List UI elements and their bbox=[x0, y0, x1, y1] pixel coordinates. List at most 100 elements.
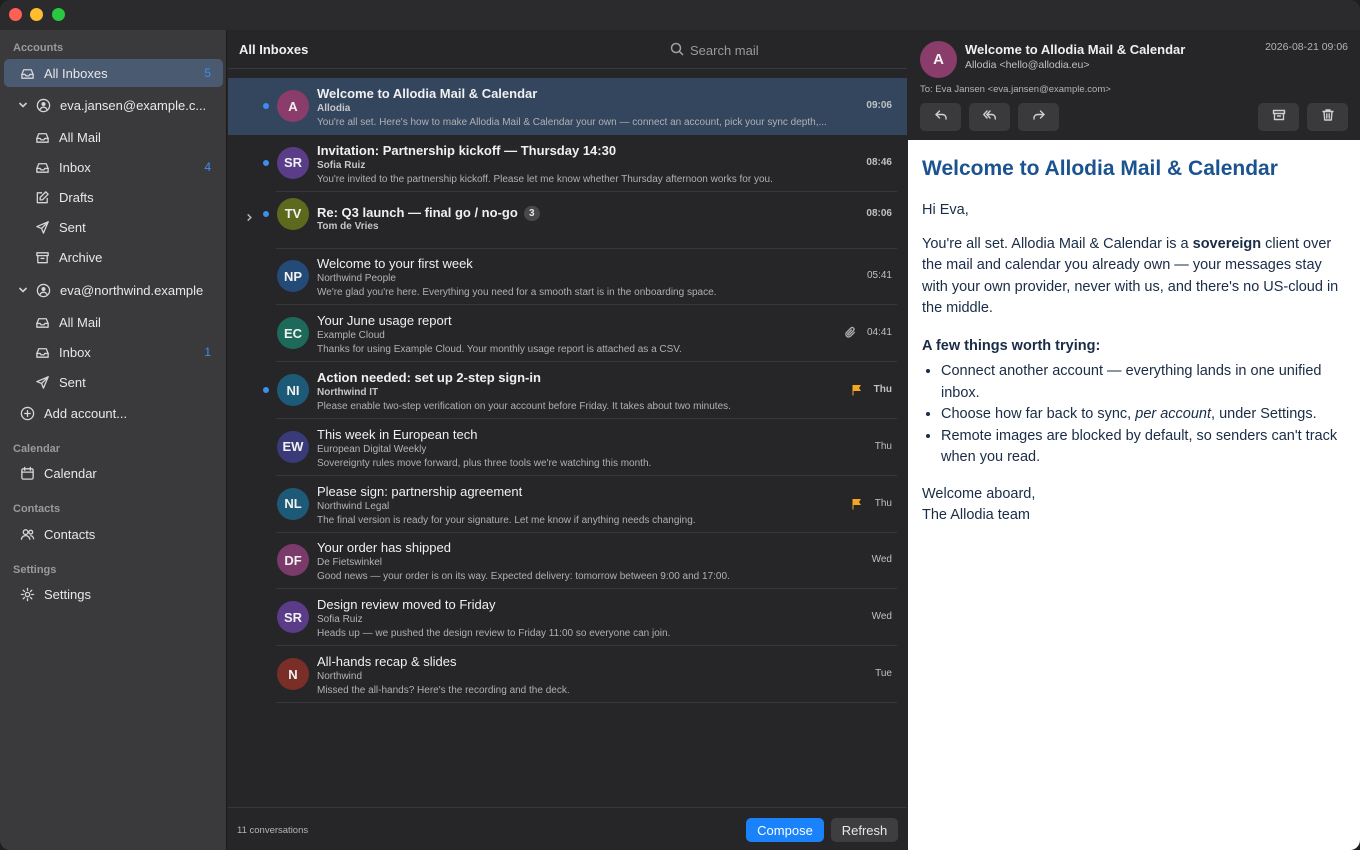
message-row[interactable]: NP Welcome to your first week Northwind Pe… bbox=[228, 248, 907, 306]
avatar: SR bbox=[277, 146, 309, 179]
sidebar-item-all-inboxes[interactable]: All Inboxes 5 bbox=[4, 59, 223, 87]
person-circle-icon bbox=[35, 97, 51, 113]
message-row[interactable]: DF Your order has shipped De Fietswinkel Go… bbox=[228, 532, 907, 590]
tips-heading: A few things worth trying: bbox=[922, 337, 1101, 354]
message-row[interactable]: A Welcome to Allodia Mail & Calendar Allod… bbox=[228, 78, 907, 135]
reply-button[interactable] bbox=[920, 103, 961, 131]
message-row[interactable]: SR Invitation: Partnership kickoff — Thur… bbox=[228, 135, 907, 192]
avatar: NI bbox=[277, 374, 309, 406]
sidebar: Accounts All Inboxes 5 eva.jansen@exampl… bbox=[0, 30, 227, 850]
people-icon bbox=[19, 526, 35, 542]
account-eva-northwind[interactable]: eva@northwind.example bbox=[4, 276, 223, 304]
list-title: All Inboxes bbox=[239, 42, 309, 57]
sidebar-item-all-mail-1[interactable]: All Mail bbox=[4, 123, 223, 151]
body-text: , under Settings. bbox=[1211, 406, 1317, 422]
paperclip-icon bbox=[844, 326, 858, 340]
tips-list: Connect another account — everything lan… bbox=[941, 361, 1350, 469]
message-row[interactable]: NI Action needed: set up 2-step sign-in No… bbox=[228, 362, 907, 419]
chevron-down-icon[interactable] bbox=[17, 285, 29, 295]
archive-button[interactable] bbox=[1258, 103, 1299, 131]
sidebar-item-contacts[interactable]: Contacts bbox=[4, 520, 223, 548]
message-time: 04:41 bbox=[866, 327, 892, 339]
list-item: Remote images are blocked by default, so… bbox=[941, 426, 1350, 469]
delete-button[interactable] bbox=[1307, 103, 1348, 131]
message-sender: Example Cloud bbox=[317, 330, 385, 342]
message-sender: Northwind People bbox=[317, 273, 396, 285]
message-sender: Sofia Ruiz bbox=[317, 614, 363, 626]
sidebar-item-label: Calendar bbox=[44, 465, 97, 481]
sidebar-item-label: Drafts bbox=[59, 189, 94, 205]
search-input[interactable] bbox=[690, 39, 890, 61]
sidebar-item-drafts[interactable]: Drafts bbox=[4, 183, 223, 211]
flag-icon[interactable] bbox=[851, 497, 865, 511]
message-subject: This week in European tech bbox=[317, 427, 477, 442]
avatar: NP bbox=[277, 260, 309, 293]
reply-icon bbox=[934, 108, 948, 127]
chevron-right-icon[interactable] bbox=[245, 209, 255, 221]
message-row[interactable]: SR Design review moved to Friday Sofia Rui… bbox=[228, 589, 907, 647]
message-subject: Welcome to Allodia Mail & Calendar bbox=[965, 42, 1186, 57]
sidebar-item-sent-2[interactable]: Sent bbox=[4, 368, 223, 396]
refresh-button[interactable]: Refresh bbox=[831, 818, 898, 842]
plus-circle-icon bbox=[19, 405, 35, 421]
maximize-window-button[interactable] bbox=[52, 8, 65, 21]
message-sender: Northwind IT bbox=[317, 387, 379, 398]
message-sender: European Digital Weekly bbox=[317, 443, 427, 455]
message-row[interactable]: N All-hands recap & slides Northwind Missed… bbox=[228, 646, 907, 703]
message-row[interactable]: EC Your June usage report Example Cloud Tha… bbox=[228, 305, 907, 363]
avatar: NL bbox=[277, 487, 309, 520]
reply-all-button[interactable] bbox=[969, 103, 1010, 131]
signoff-line: Welcome aboard, bbox=[922, 485, 1036, 502]
body-text: Choose how far back to sync, bbox=[941, 406, 1136, 422]
close-window-button[interactable] bbox=[9, 8, 22, 21]
sidebar-item-settings[interactable]: Settings bbox=[4, 580, 223, 608]
list-item: Connect another account — everything lan… bbox=[941, 361, 1350, 404]
message-sender: Sofia Ruiz bbox=[317, 159, 366, 171]
message-date: 2026-08-21 09:06 bbox=[1265, 41, 1348, 53]
signoff-signature: The Allodia team bbox=[922, 507, 1031, 523]
message-time: Tue bbox=[875, 668, 892, 679]
add-account-button[interactable]: Add account... bbox=[4, 399, 223, 427]
message-sender: Northwind bbox=[317, 671, 363, 682]
body-greeting: Hi Eva, bbox=[922, 202, 969, 218]
message-preview: We're glad you're here. Everything you n… bbox=[317, 287, 717, 299]
forward-button[interactable] bbox=[1018, 103, 1059, 131]
message-sender: Tom de Vries bbox=[317, 220, 379, 232]
account-eva-jansen[interactable]: eva.jansen@example.c... bbox=[4, 91, 223, 119]
section-settings: Settings bbox=[13, 564, 57, 576]
minimize-window-button[interactable] bbox=[30, 8, 43, 21]
subject-text: Invitation: Partnership kickoff — Thursd… bbox=[317, 142, 617, 158]
sidebar-item-inbox-2[interactable]: Inbox 1 bbox=[4, 338, 223, 366]
body-heading: Welcome to Allodia Mail & Calendar bbox=[922, 157, 1278, 180]
sidebar-item-all-mail-2[interactable]: All Mail bbox=[4, 308, 223, 336]
message-time: Thu bbox=[874, 497, 892, 509]
unread-dot bbox=[263, 103, 269, 109]
message-preview: The final version is ready for your sign… bbox=[317, 514, 696, 526]
message-preview: You're invited to the partnership kickof… bbox=[317, 173, 773, 185]
message-row[interactable]: TV Re: Q3 launch — final go / no-go 3 Tom d… bbox=[228, 192, 907, 249]
unread-dot bbox=[263, 387, 269, 393]
unread-count: 1 bbox=[204, 345, 211, 359]
compose-button[interactable]: Compose bbox=[746, 818, 824, 842]
message-preview: Missed the all-hands? Here's the recordi… bbox=[317, 685, 570, 696]
archive-box-icon bbox=[1272, 108, 1286, 127]
sidebar-item-label: Inbox bbox=[59, 159, 91, 175]
message-time: 09:06 bbox=[866, 100, 892, 111]
message-subject: Invitation: Partnership kickoff — Thursd… bbox=[317, 143, 616, 158]
avatar: A bbox=[277, 90, 309, 122]
sidebar-item-inbox-1[interactable]: Inbox 4 bbox=[4, 153, 223, 181]
message-row[interactable]: NL Please sign: partnership agreement Nort… bbox=[228, 476, 907, 533]
sidebar-item-calendar[interactable]: Calendar bbox=[4, 459, 223, 487]
message-row[interactable]: EW This week in European tech European Dig… bbox=[228, 419, 907, 476]
sidebar-item-archive[interactable]: Archive bbox=[4, 243, 223, 271]
subject-text: Your June usage report bbox=[317, 313, 452, 329]
message-preview: Thanks for using Example Cloud. Your mon… bbox=[317, 344, 682, 356]
paper-plane-icon bbox=[34, 219, 50, 235]
avatar: N bbox=[277, 658, 309, 690]
sidebar-item-sent-1[interactable]: Sent bbox=[4, 213, 223, 241]
forward-icon bbox=[1032, 108, 1046, 127]
paper-plane-icon bbox=[34, 374, 50, 390]
chevron-down-icon[interactable] bbox=[17, 100, 29, 110]
flag-icon[interactable] bbox=[851, 383, 865, 397]
list-item: Choose how far back to sync, per account… bbox=[941, 404, 1350, 426]
